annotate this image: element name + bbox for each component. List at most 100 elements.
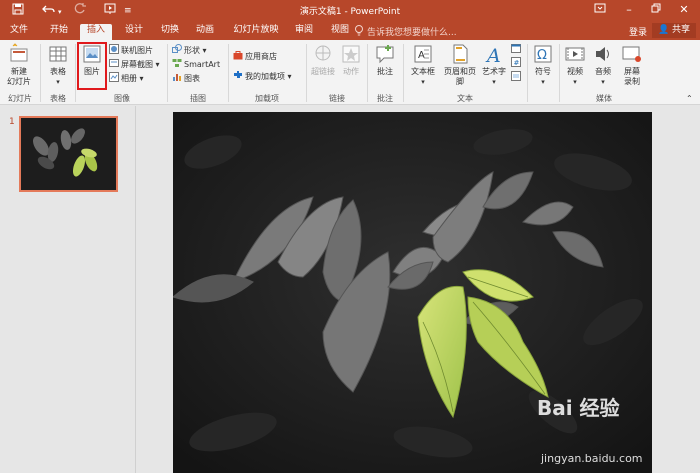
tab-animations[interactable]: 动画 <box>190 24 220 40</box>
tell-me-search[interactable]: 告诉我您想要做什么... <box>367 25 457 38</box>
group-divider <box>403 44 404 102</box>
tab-insert[interactable]: 插入 <box>80 24 112 40</box>
audio-button[interactable]: 音频 ▾ <box>590 43 616 87</box>
group-label-addins: 加载项 <box>255 94 279 103</box>
chart-icon <box>173 74 181 81</box>
lightbulb-icon <box>354 24 364 40</box>
online-picture-button[interactable]: 联机图片 <box>109 44 153 57</box>
slide-number-icon: # <box>511 57 521 67</box>
screenshot-label: 屏幕截图 <box>121 60 153 69</box>
group-label-text: 文本 <box>457 94 473 103</box>
tab-home[interactable]: 开始 <box>44 24 74 40</box>
album-button[interactable]: 相册 ▾ <box>109 72 144 85</box>
store-button[interactable]: 应用商店 <box>233 50 277 63</box>
svg-text:#: # <box>514 59 520 67</box>
baidu-watermark: Bai 经验 <box>537 396 620 420</box>
shapes-button[interactable]: 形状 ▾ <box>172 44 207 57</box>
store-icon <box>233 51 243 60</box>
screenshot-dropdown-icon: ▾ <box>153 60 160 69</box>
my-addins-label: 我的加载项 <box>245 72 285 81</box>
screenshot-button[interactable]: 屏幕截图 ▾ <box>109 58 160 71</box>
album-label: 相册 <box>121 74 137 83</box>
object-icon <box>511 71 521 81</box>
my-addins-dropdown-icon: ▾ <box>285 72 292 81</box>
omega-icon: Ω <box>534 45 552 63</box>
slide-thumbnail[interactable] <box>19 116 118 192</box>
thumbnail-leaf-image <box>21 118 116 190</box>
action-star-icon <box>342 45 360 63</box>
new-slide-button[interactable]: 新建 幻灯片 <box>4 43 34 87</box>
new-slide-label-2: 幻灯片 <box>7 77 31 86</box>
restore-icon[interactable] <box>646 2 666 18</box>
group-label-images: 图像 <box>114 94 130 103</box>
minimize-icon[interactable]: – <box>619 2 639 18</box>
symbol-button[interactable]: Ω 符号 ▾ <box>530 43 556 87</box>
ribbon-tabs: 文件 开始 插入 设计 切换 动画 幻灯片放映 审阅 视图 告诉我您想要做什么.… <box>0 21 700 40</box>
table-button[interactable]: 表格 ▾ <box>44 43 72 87</box>
tab-review[interactable]: 审阅 <box>289 24 319 40</box>
video-button[interactable]: 视频 ▾ <box>562 43 588 87</box>
album-icon <box>109 72 119 82</box>
wordart-button[interactable]: A 艺术字 ▾ <box>480 43 508 87</box>
group-label-slides: 幻灯片 <box>8 94 32 103</box>
audio-label: 音频 <box>595 67 611 76</box>
video-label: 视频 <box>567 67 583 76</box>
group-divider <box>527 44 528 102</box>
tab-file[interactable]: 文件 <box>4 24 34 40</box>
tab-design[interactable]: 设计 <box>119 24 149 40</box>
album-dropdown-icon: ▾ <box>137 74 144 83</box>
comment-label: 批注 <box>377 67 393 76</box>
online-picture-icon <box>109 44 119 54</box>
group-label-media: 媒体 <box>596 94 612 103</box>
table-icon <box>49 46 67 62</box>
picture-button-highlight <box>77 42 107 90</box>
addins-icon <box>234 71 242 78</box>
object-button[interactable] <box>511 71 523 84</box>
title-bar: ▾ ≡ 演示文稿1 - PowerPoint – ✕ <box>0 0 700 21</box>
speaker-icon <box>596 47 609 61</box>
table-dropdown-icon: ▾ <box>56 78 60 86</box>
audio-dropdown-icon: ▾ <box>601 78 605 86</box>
shapes-icon <box>172 44 182 53</box>
person-icon: 👤 <box>657 25 670 35</box>
group-label-illustrations: 插图 <box>190 94 206 103</box>
textbox-button[interactable]: A 文本框 ▾ <box>406 43 440 87</box>
my-addins-button[interactable]: 我的加载项 ▾ <box>233 70 292 83</box>
ribbon-display-icon[interactable] <box>590 2 610 18</box>
screen-recording-button[interactable]: 屏幕 录制 <box>618 43 646 87</box>
comment-icon <box>376 45 394 64</box>
baidu-watermark-url: jingyan.baidu.com <box>541 452 643 465</box>
symbol-dropdown-icon: ▾ <box>541 78 545 86</box>
svg-text:A: A <box>418 50 425 61</box>
header-footer-button[interactable]: 页眉和页脚 <box>441 43 479 87</box>
chart-label: 图表 <box>184 74 200 83</box>
group-divider <box>167 44 168 102</box>
date-time-button[interactable] <box>511 43 523 56</box>
comment-button[interactable]: 批注 <box>371 43 399 77</box>
group-label-links: 链接 <box>329 94 345 103</box>
smartart-icon <box>172 59 182 67</box>
header-footer-label: 页眉和页脚 <box>444 67 476 86</box>
hyperlink-label: 超链接 <box>311 67 335 76</box>
tab-view[interactable]: 视图 <box>325 24 355 40</box>
chart-button[interactable]: 图表 <box>172 72 200 85</box>
wordart-icon: A <box>485 45 501 65</box>
calendar-icon <box>511 44 521 53</box>
share-button[interactable]: 👤 共享 <box>652 23 696 38</box>
collapse-ribbon-icon[interactable]: ⌃ <box>686 94 693 103</box>
screenshot-icon <box>109 59 119 67</box>
smartart-button[interactable]: SmartArt <box>172 58 220 71</box>
screen-recording-label-2: 录制 <box>624 77 640 86</box>
tab-slideshow[interactable]: 幻灯片放映 <box>227 24 285 40</box>
close-icon[interactable]: ✕ <box>674 2 694 18</box>
textbox-icon: A <box>414 45 432 63</box>
symbol-label: 符号 <box>535 67 551 76</box>
textbox-dropdown-icon: ▾ <box>421 78 425 86</box>
screen-recording-label: 屏幕 <box>624 67 640 76</box>
tab-transitions[interactable]: 切换 <box>155 24 185 40</box>
textbox-label: 文本框 <box>411 67 435 76</box>
group-divider <box>40 44 41 102</box>
sign-in-link[interactable]: 登录 <box>629 25 647 38</box>
slide-number-button[interactable]: # <box>511 57 523 70</box>
store-label: 应用商店 <box>245 52 277 61</box>
